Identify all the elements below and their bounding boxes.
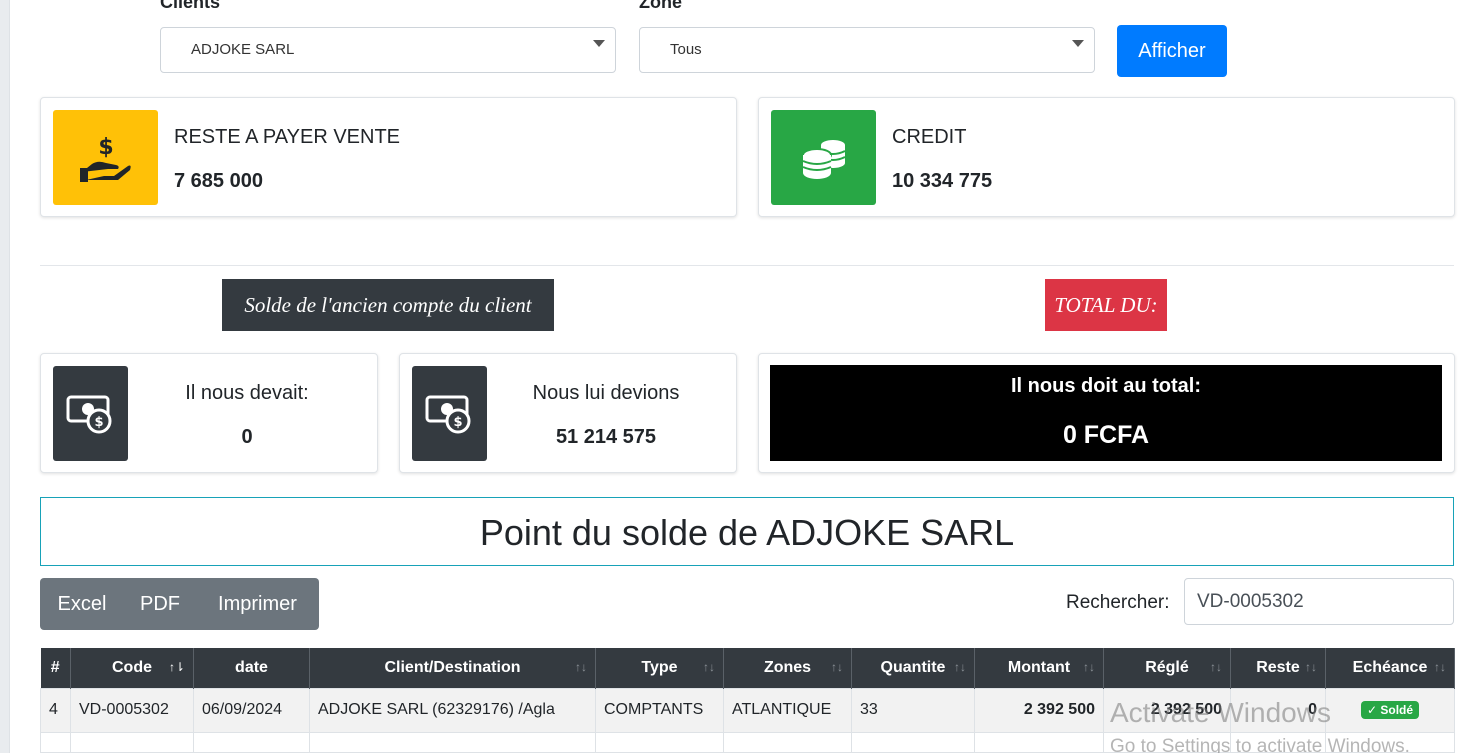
cell-num: 4 xyxy=(40,687,71,733)
svg-text:$: $ xyxy=(453,415,462,430)
col-header-reste[interactable]: Reste ↑↓ xyxy=(1230,648,1326,688)
cell-echeance: ✓ Soldé xyxy=(1325,687,1455,733)
cell-zone: ATLANTIQUE xyxy=(723,687,852,733)
sort-icon: ↑↓ xyxy=(954,660,966,674)
devait-card: $ Il nous devait: 0 xyxy=(40,353,378,473)
col-header-regle[interactable]: Réglé ↑↓ xyxy=(1103,648,1231,688)
chevron-down-icon xyxy=(1072,40,1084,47)
pdf-button[interactable]: PDF xyxy=(124,578,196,630)
excel-button[interactable]: Excel xyxy=(40,578,124,630)
col-header-echeance[interactable]: Echéance ↑↓ xyxy=(1325,648,1455,688)
report-title: Point du solde de ADJOKE SARL xyxy=(40,497,1454,566)
total-panel: Il nous doit au total: 0 FCFA xyxy=(770,365,1442,461)
col-header-montant[interactable]: Montant ↑↓ xyxy=(974,648,1104,688)
devait-label: Il nous devait: xyxy=(185,382,309,404)
svg-text:$: $ xyxy=(94,415,103,430)
sort-icon: ↑↓ xyxy=(831,660,843,674)
cell-type: COMPTANTS xyxy=(595,687,724,733)
credit-value: 10 334 775 xyxy=(892,170,993,192)
table-header-row: # Code ↑⇂ date Client/Destination ↑↓ Type ↑… xyxy=(40,648,1455,688)
hand-dollar-icon: $ xyxy=(53,110,158,205)
sidebar-edge xyxy=(0,0,10,753)
cell-date: 06/09/2024 xyxy=(193,687,310,733)
reste-title: RESTE A PAYER VENTE xyxy=(174,126,400,148)
col-header-quantite[interactable]: Quantite ↑↓ xyxy=(851,648,975,688)
sort-icon: ↑↓ xyxy=(1305,660,1317,674)
credit-card: CREDIT 10 334 775 xyxy=(758,97,1455,217)
cell-quantite: 33 xyxy=(851,687,975,733)
zone-select-value: Tous xyxy=(670,41,702,58)
afficher-button[interactable]: Afficher xyxy=(1117,25,1227,77)
chevron-down-icon xyxy=(593,40,605,47)
client-select-value: ADJOKE SARL xyxy=(191,41,295,58)
sort-icon: ↑↓ xyxy=(575,660,587,674)
col-header-code[interactable]: Code ↑⇂ xyxy=(70,648,194,688)
section-divider xyxy=(40,265,1454,266)
money-bill-icon: $ xyxy=(53,366,128,461)
print-button[interactable]: Imprimer xyxy=(196,578,319,630)
search-input[interactable] xyxy=(1184,578,1454,625)
activate-windows-watermark: Activate Windows xyxy=(1110,697,1331,728)
total-du-tag: TOTAL DU: xyxy=(1045,279,1167,331)
sort-asc-icon: ↑⇂ xyxy=(168,660,185,674)
svg-text:$: $ xyxy=(98,135,113,160)
client-select[interactable]: ADJOKE SARL xyxy=(160,27,616,73)
total-value: 0 FCFA xyxy=(1062,421,1150,449)
ancien-compte-tag: Solde de l'ancien compte du client xyxy=(222,279,554,331)
coins-icon xyxy=(771,110,876,205)
credit-title: CREDIT xyxy=(892,126,967,148)
zone-filter-label: Zone xyxy=(639,0,682,12)
zone-select[interactable]: Tous xyxy=(639,27,1095,73)
col-header-client[interactable]: Client/Destination ↑↓ xyxy=(309,648,596,688)
export-button-group: Excel PDF Imprimer xyxy=(40,578,319,630)
sort-icon: ↑↓ xyxy=(1083,660,1095,674)
devions-card: $ Nous lui devions 51 214 575 xyxy=(399,353,737,473)
reste-a-payer-card: $ RESTE A PAYER VENTE 7 685 000 xyxy=(40,97,737,217)
reste-value: 7 685 000 xyxy=(174,170,263,192)
col-header-type[interactable]: Type ↑↓ xyxy=(595,648,724,688)
search-label: Rechercher: xyxy=(1066,592,1170,613)
cell-client: ADJOKE SARL (62329176) /Agla xyxy=(309,687,596,733)
sort-icon: ↑↓ xyxy=(1434,660,1446,674)
client-filter-label: Clients xyxy=(160,0,221,12)
sort-icon: ↑↓ xyxy=(703,660,715,674)
devait-value: 0 xyxy=(241,426,253,448)
cell-code: VD-0005302 xyxy=(70,687,194,733)
cell-montant: 2 392 500 xyxy=(974,687,1104,733)
total-label: Il nous doit au total: xyxy=(1011,375,1201,397)
activate-windows-subtext: Go to Settings to activate Windows. xyxy=(1110,736,1410,753)
sort-icon: ↑↓ xyxy=(1210,660,1222,674)
solde-badge: ✓ Soldé xyxy=(1360,701,1420,719)
money-bill-icon: $ xyxy=(412,366,487,461)
devions-label: Nous lui devions xyxy=(532,382,680,404)
col-header-zones[interactable]: Zones ↑↓ xyxy=(723,648,852,688)
col-header-num[interactable]: # xyxy=(40,648,71,688)
devions-value: 51 214 575 xyxy=(555,426,657,448)
col-header-date[interactable]: date xyxy=(193,648,310,688)
